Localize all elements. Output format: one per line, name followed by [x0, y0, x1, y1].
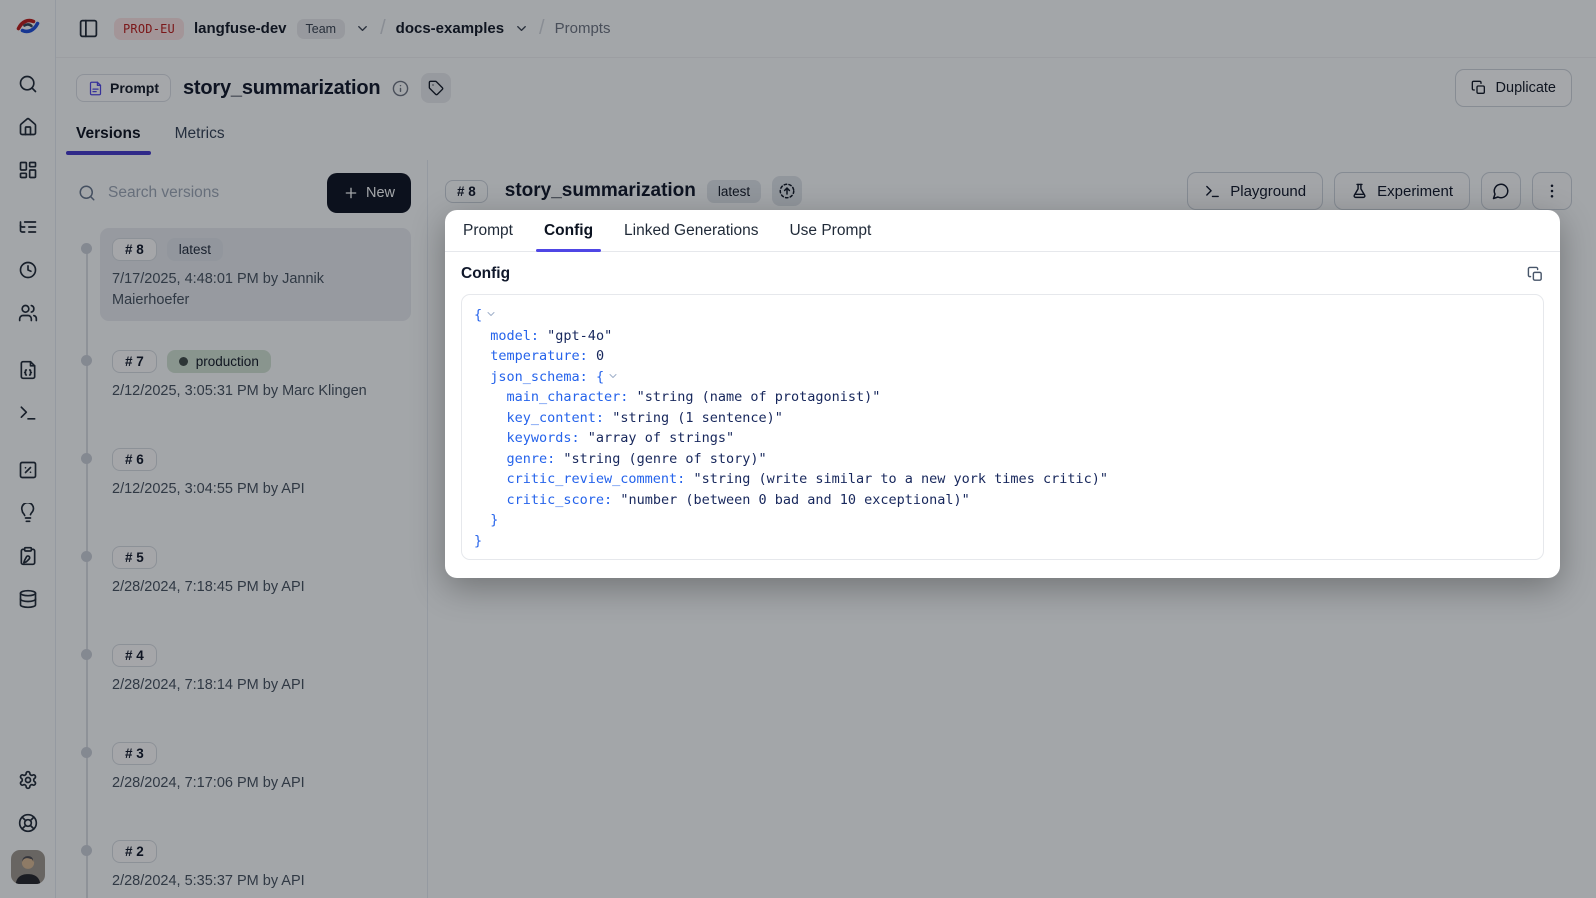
config-json-line: critic_review_comment:"string (write sim…	[474, 469, 1531, 490]
config-section-title: Config	[461, 265, 510, 283]
collapse-chevron-icon[interactable]	[485, 308, 497, 320]
config-json-line: main_character:"string (name of protagon…	[474, 387, 1531, 408]
tab-use-prompt[interactable]: Use Prompt	[787, 222, 873, 251]
config-json-line: {	[474, 305, 1531, 326]
tab-linked-generations[interactable]: Linked Generations	[622, 222, 760, 251]
config-json-line: }	[474, 510, 1531, 531]
config-json-line: temperature:0	[474, 346, 1531, 367]
config-json-line: json_schema:{	[474, 367, 1531, 388]
tab-prompt[interactable]: Prompt	[461, 222, 515, 251]
config-json-line: model:"gpt-4o"	[474, 326, 1531, 347]
config-json-line: critic_score:"number (between 0 bad and …	[474, 490, 1531, 511]
prompt-detail-card: Prompt Config Linked Generations Use Pro…	[445, 210, 1560, 578]
config-json-line: key_content:"string (1 sentence)"	[474, 408, 1531, 429]
config-json-line: keywords:"array of strings"	[474, 428, 1531, 449]
tab-config[interactable]: Config	[542, 222, 595, 251]
app-root: PROD-EU langfuse-dev Team / docs-example…	[0, 0, 1596, 898]
config-json-viewer: { model:"gpt-4o" temperature:0 json_sche…	[461, 294, 1544, 560]
config-section-header: Config	[445, 252, 1560, 294]
detail-tabs: Prompt Config Linked Generations Use Pro…	[445, 210, 1560, 252]
collapse-chevron-icon[interactable]	[607, 370, 619, 382]
copy-config-icon[interactable]	[1527, 266, 1544, 283]
config-json-line: }	[474, 531, 1531, 552]
config-json-line: genre:"string (genre of story)"	[474, 449, 1531, 470]
